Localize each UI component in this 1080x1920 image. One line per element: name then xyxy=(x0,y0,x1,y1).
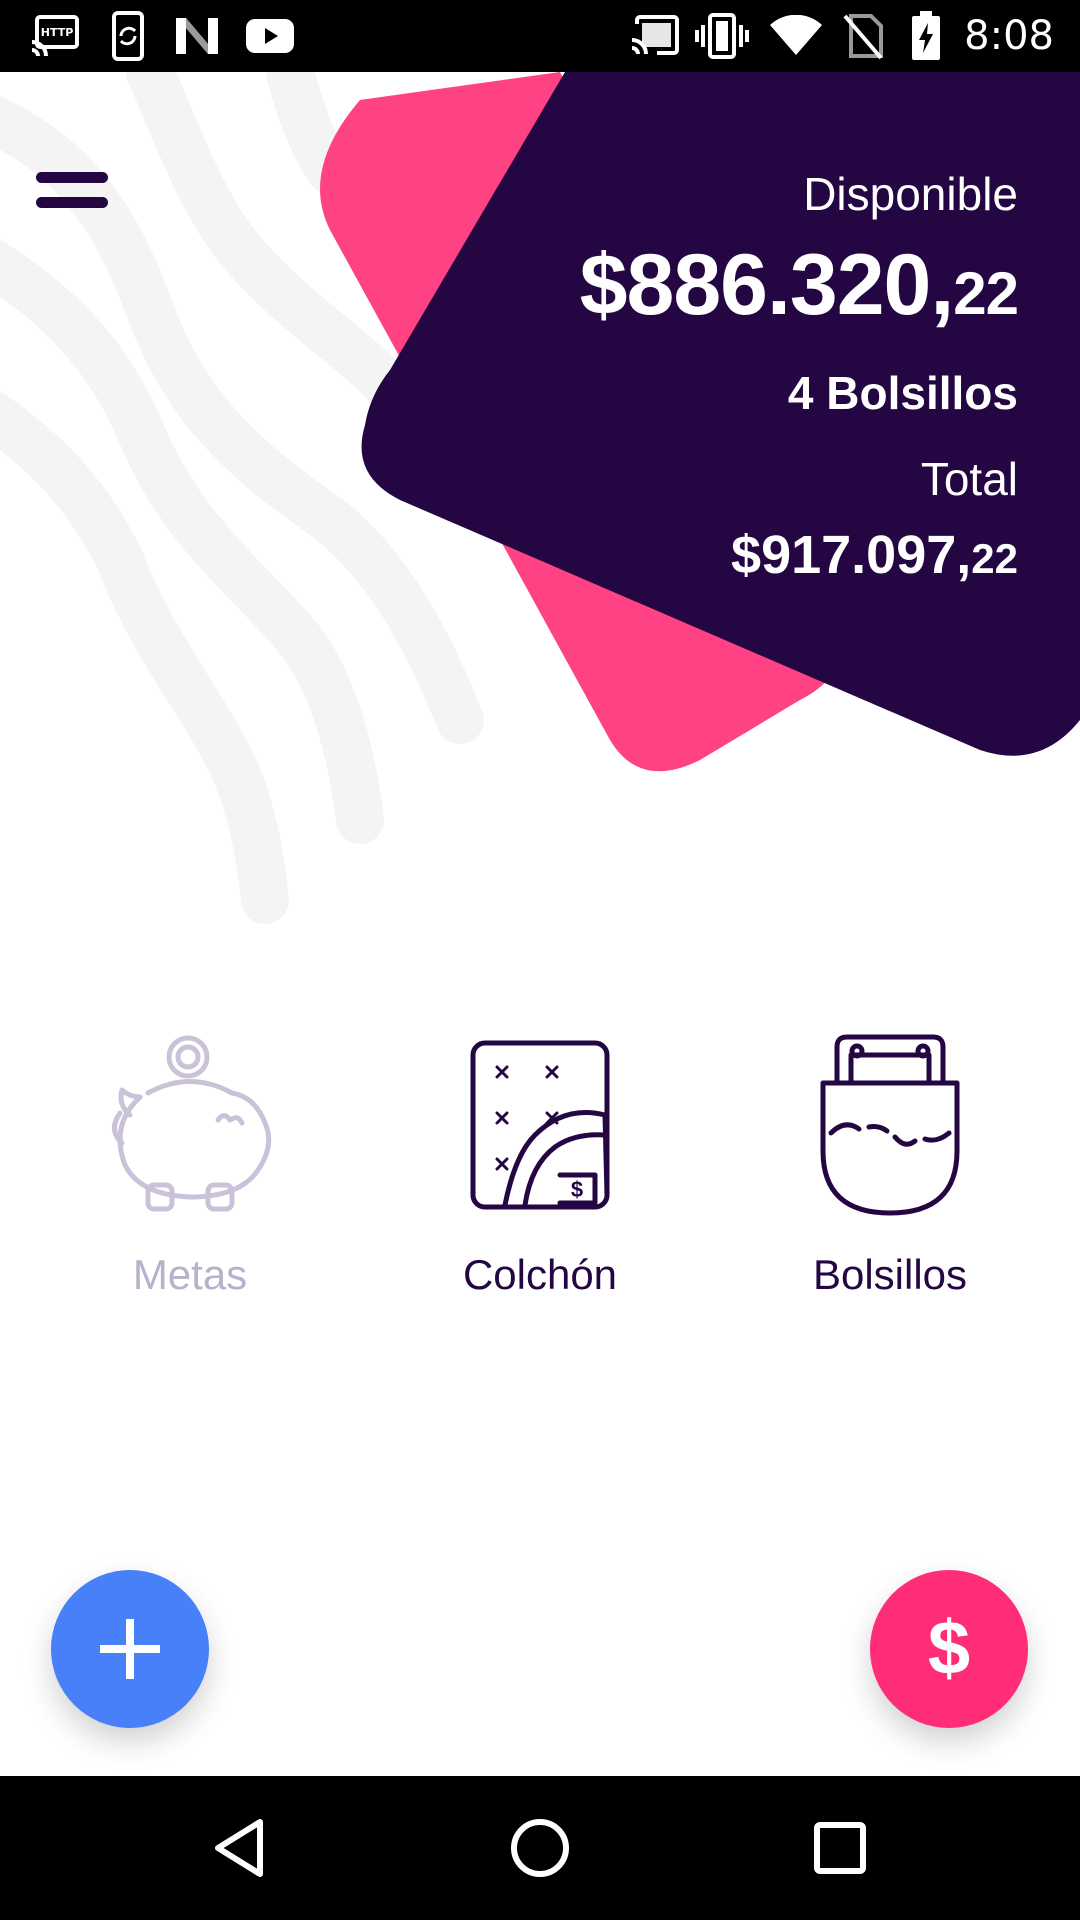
feature-bolsillos[interactable]: Bolsillos xyxy=(760,1030,1020,1300)
feature-label: Colchón xyxy=(462,1251,618,1298)
svg-text:HTTP: HTTP xyxy=(41,26,74,39)
available-label: Disponible xyxy=(803,168,1018,220)
back-icon[interactable] xyxy=(190,1798,290,1898)
pocket-icon xyxy=(790,1030,990,1220)
pockets-count: 4 Bolsillos xyxy=(787,367,1018,419)
no-sim-icon xyxy=(838,10,888,62)
feature-label: Metas xyxy=(132,1251,248,1298)
total-amount: $917.097,22 xyxy=(458,522,1018,592)
battery-charging-icon xyxy=(906,10,946,62)
youtube-icon xyxy=(244,10,296,62)
payment-button[interactable]: $ xyxy=(870,1570,1028,1728)
n-logo-icon xyxy=(172,10,222,62)
status-bar: HTTP 8:08 xyxy=(0,0,1080,72)
available-amount: $886.320,22 xyxy=(458,235,1019,344)
feature-label: Bolsillos xyxy=(812,1251,968,1298)
svg-text:$: $ xyxy=(571,1177,583,1202)
add-button[interactable] xyxy=(51,1570,209,1728)
available-amount-main: $886.320, xyxy=(579,237,955,333)
vibrate-icon xyxy=(694,10,750,62)
feature-shortcuts: Metas $ Colchón Bolsillos xyxy=(0,1030,1080,1310)
system-nav-bar xyxy=(0,1776,1080,1920)
recents-icon[interactable] xyxy=(790,1798,890,1898)
menu-line xyxy=(36,172,108,183)
piggy-bank-icon xyxy=(90,1030,290,1220)
feature-metas[interactable]: Metas xyxy=(60,1030,320,1300)
cast-icon xyxy=(628,10,682,62)
home-icon[interactable] xyxy=(490,1798,590,1898)
status-time: 8:08 xyxy=(964,13,1054,59)
screen-rotation-icon xyxy=(106,10,150,62)
total-amount-cents: 22 xyxy=(971,535,1018,582)
hamburger-menu-icon[interactable] xyxy=(20,150,130,230)
menu-line xyxy=(36,197,108,208)
available-amount-cents: 22 xyxy=(953,260,1019,327)
wifi-icon xyxy=(768,10,824,62)
dollar-icon: $ xyxy=(927,1606,971,1691)
cast-http-icon: HTTP xyxy=(26,10,84,62)
mattress-icon: $ xyxy=(440,1030,640,1220)
plus-icon xyxy=(100,1619,160,1679)
feature-colchon[interactable]: $ Colchón xyxy=(410,1030,670,1300)
balance-summary: Disponible $886.320,22 4 Bolsillos Total… xyxy=(458,165,1019,592)
total-label: Total xyxy=(920,453,1018,505)
total-amount-main: $917.097, xyxy=(731,525,972,585)
